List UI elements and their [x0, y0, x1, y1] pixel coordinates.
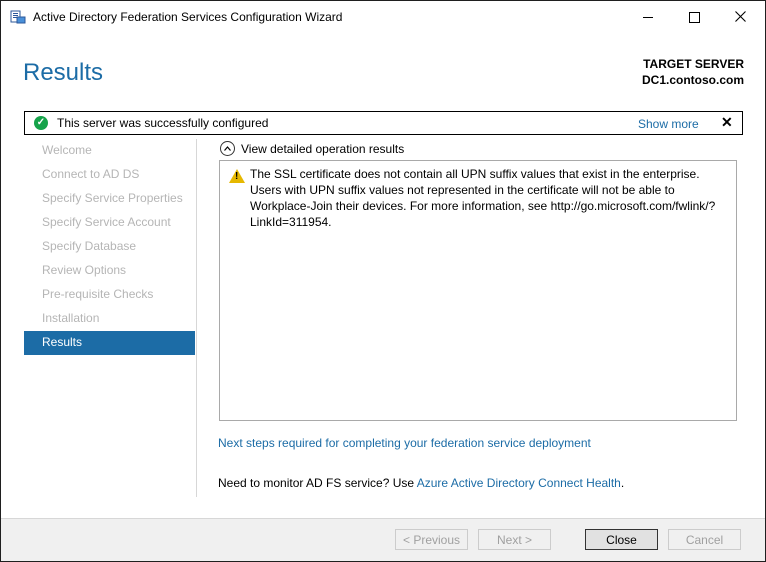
wizard-nav: Welcome Connect to AD DS Specify Service… — [24, 139, 195, 355]
button-bar: < Previous Next > Close Cancel — [1, 518, 765, 561]
close-window-button[interactable] — [717, 1, 763, 33]
wizard-window: Active Directory Federation Services Con… — [0, 0, 766, 562]
title-bar: Active Directory Federation Services Con… — [1, 1, 765, 33]
nav-item-specify-database[interactable]: Specify Database — [24, 235, 195, 259]
nav-divider — [196, 139, 197, 497]
target-server-value: DC1.contoso.com — [641, 73, 744, 87]
next-button[interactable]: Next > — [478, 529, 551, 550]
nav-item-review-options[interactable]: Review Options — [24, 259, 195, 283]
target-server-label: TARGET SERVER — [643, 57, 744, 71]
nav-item-specify-service-account[interactable]: Specify Service Account — [24, 211, 195, 235]
window-title: Active Directory Federation Services Con… — [33, 10, 343, 24]
nav-item-prerequisite-checks[interactable]: Pre-requisite Checks — [24, 283, 195, 307]
connect-health-link[interactable]: Azure Active Directory Connect Health — [417, 476, 621, 490]
next-steps-link[interactable]: Next steps required for completing your … — [218, 436, 591, 450]
show-more-link[interactable]: Show more — [638, 117, 699, 131]
maximize-button[interactable] — [671, 1, 717, 33]
status-message: This server was successfully configured — [57, 116, 269, 130]
status-banner: ✓ This server was successfully configure… — [24, 111, 743, 135]
monitor-text: Need to monitor AD FS service? Use Azure… — [218, 476, 624, 490]
operation-results-box: ! The SSL certificate does not contain a… — [219, 160, 737, 421]
warning-message: The SSL certificate does not contain all… — [250, 167, 716, 229]
monitor-prefix: Need to monitor AD FS service? Use — [218, 476, 417, 490]
monitor-suffix: . — [620, 476, 625, 490]
view-details-toggle[interactable]: View detailed operation results — [220, 141, 404, 156]
page-title: Results — [23, 59, 104, 86]
maximize-icon — [688, 11, 700, 23]
view-details-label: View detailed operation results — [241, 141, 405, 156]
nav-item-specify-service-properties[interactable]: Specify Service Properties — [24, 187, 195, 211]
nav-item-results[interactable]: Results — [24, 331, 195, 355]
warning-icon-mark: ! — [235, 171, 239, 182]
nav-item-welcome[interactable]: Welcome — [24, 139, 195, 163]
dismiss-status-button[interactable]: ✕ — [721, 114, 733, 131]
minimize-button[interactable] — [625, 1, 671, 33]
cancel-button[interactable]: Cancel — [668, 529, 741, 550]
chevron-up-icon — [220, 141, 235, 156]
nav-item-installation[interactable]: Installation — [24, 307, 195, 331]
nav-item-connect-to-ad-ds[interactable]: Connect to AD DS — [24, 163, 195, 187]
minimize-icon — [643, 16, 653, 18]
close-button[interactable]: Close — [585, 529, 658, 550]
close-icon — [734, 10, 746, 25]
previous-button[interactable]: < Previous — [395, 529, 468, 550]
server-manager-icon — [10, 9, 26, 25]
success-check-icon: ✓ — [34, 116, 48, 130]
